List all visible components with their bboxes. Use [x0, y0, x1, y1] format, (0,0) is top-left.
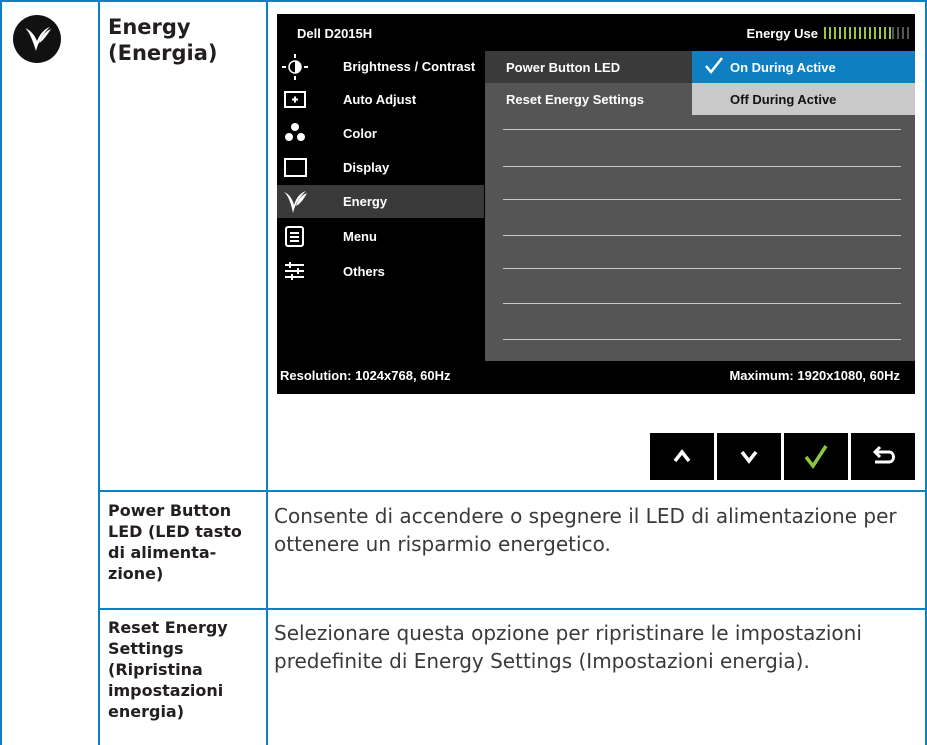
row-description-power-button-led: Consente di accendere o spegnere il LED …	[274, 504, 897, 556]
menu-item-auto-adjust[interactable]: Auto Adjust	[277, 83, 484, 116]
divider	[503, 129, 901, 130]
maximum-resolution-readout: Maximum: 1920x1080, 60Hz	[729, 368, 900, 383]
row-label-line: di alimenta-	[108, 543, 217, 562]
menu-item-label: Auto Adjust	[343, 92, 417, 107]
option-label: On During Active	[730, 60, 836, 75]
row-description-reset-energy-settings: Selezionare questa opzione per ripristin…	[274, 621, 862, 673]
check-icon	[705, 57, 723, 74]
option-off-during-active[interactable]: Off During Active	[692, 83, 915, 115]
option-on-during-active[interactable]: On During Active	[692, 51, 915, 83]
menu-item-menu[interactable]: Menu	[277, 220, 484, 253]
section-title: Energy (Energia)	[108, 14, 268, 66]
menu-item-others[interactable]: Others	[277, 255, 484, 288]
menu-item-label: Energy	[343, 194, 388, 209]
row-label-line: Reset Energy	[108, 618, 228, 637]
check-icon	[804, 445, 828, 470]
divider	[503, 199, 901, 200]
row-label-line: impostazioni	[108, 681, 224, 700]
brightness-icon	[282, 54, 308, 80]
row-label-line: Settings	[108, 639, 184, 658]
auto-adjust-icon	[284, 91, 306, 108]
row-label-line: (Ripristina	[108, 660, 203, 679]
menu-item-brightness-contrast[interactable]: Brightness / Contrast	[277, 50, 484, 83]
table-border-col2	[266, 0, 268, 745]
menu-item-color[interactable]: Color	[277, 117, 484, 150]
table-border-top	[0, 0, 927, 2]
row-label-line: LED (LED tasto	[108, 522, 242, 541]
others-sliders-icon	[285, 262, 304, 280]
menu-icon	[285, 226, 304, 247]
submenu-item-label: Reset Energy Settings	[506, 92, 644, 107]
resolution-readout: Resolution: 1024x768, 60Hz	[280, 368, 451, 383]
display-icon	[284, 158, 307, 177]
osd-model-title: Dell D2015H	[297, 26, 373, 41]
menu-item-label: Display	[343, 160, 390, 175]
submenu-item-power-button-led[interactable]: Power Button LED	[485, 51, 693, 83]
menu-item-energy[interactable]: Energy	[277, 185, 484, 218]
chevron-down-icon	[740, 450, 758, 464]
row-label-line: zione)	[108, 564, 164, 583]
energy-use-label: Energy Use	[746, 26, 818, 41]
row-label-reset-energy-settings: Reset Energy Settings (Ripristina impost…	[108, 617, 263, 722]
submenu-item-label: Power Button LED	[506, 60, 621, 75]
menu-item-display[interactable]: Display	[277, 151, 484, 184]
divider	[503, 166, 901, 167]
section-title-line1: Energy	[108, 15, 191, 39]
energy-leaf-icon	[284, 191, 307, 213]
color-icon	[285, 123, 305, 141]
table-border-col1	[98, 0, 100, 745]
nav-down-button[interactable]	[717, 433, 781, 480]
menu-item-label: Brightness / Contrast	[343, 59, 476, 74]
submenu-item-reset-energy-settings[interactable]: Reset Energy Settings	[485, 83, 693, 115]
osd-panel: Dell D2015H Energy Use Brightness / Cont…	[277, 14, 915, 394]
row-label-line: energia)	[108, 702, 185, 721]
nav-confirm-button[interactable]	[784, 433, 848, 480]
chevron-up-icon	[673, 449, 691, 463]
back-return-icon	[872, 445, 895, 464]
row-label-line: Power Button	[108, 501, 232, 520]
table-row-divider-1	[98, 490, 927, 492]
osd-nav-buttons	[650, 433, 915, 480]
menu-item-label: Others	[343, 264, 385, 279]
energy-use-meter-unused	[892, 27, 912, 39]
nav-up-button[interactable]	[650, 433, 714, 480]
option-label: Off During Active	[730, 92, 837, 107]
submenu-panel: Power Button LED Reset Energy Settings O…	[485, 51, 915, 361]
divider	[503, 303, 901, 304]
section-title-line2: (Energia)	[108, 41, 218, 65]
divider	[503, 235, 901, 236]
menu-item-label: Menu	[343, 229, 377, 244]
energy-leaf-icon	[13, 15, 61, 63]
divider	[503, 339, 901, 340]
table-border-left	[0, 0, 2, 745]
nav-back-button[interactable]	[851, 433, 915, 480]
row-label-power-button-led: Power Button LED (LED tasto di alimenta-…	[108, 500, 263, 584]
divider	[503, 268, 901, 269]
menu-item-label: Color	[343, 126, 377, 141]
table-row-divider-2	[98, 608, 927, 610]
